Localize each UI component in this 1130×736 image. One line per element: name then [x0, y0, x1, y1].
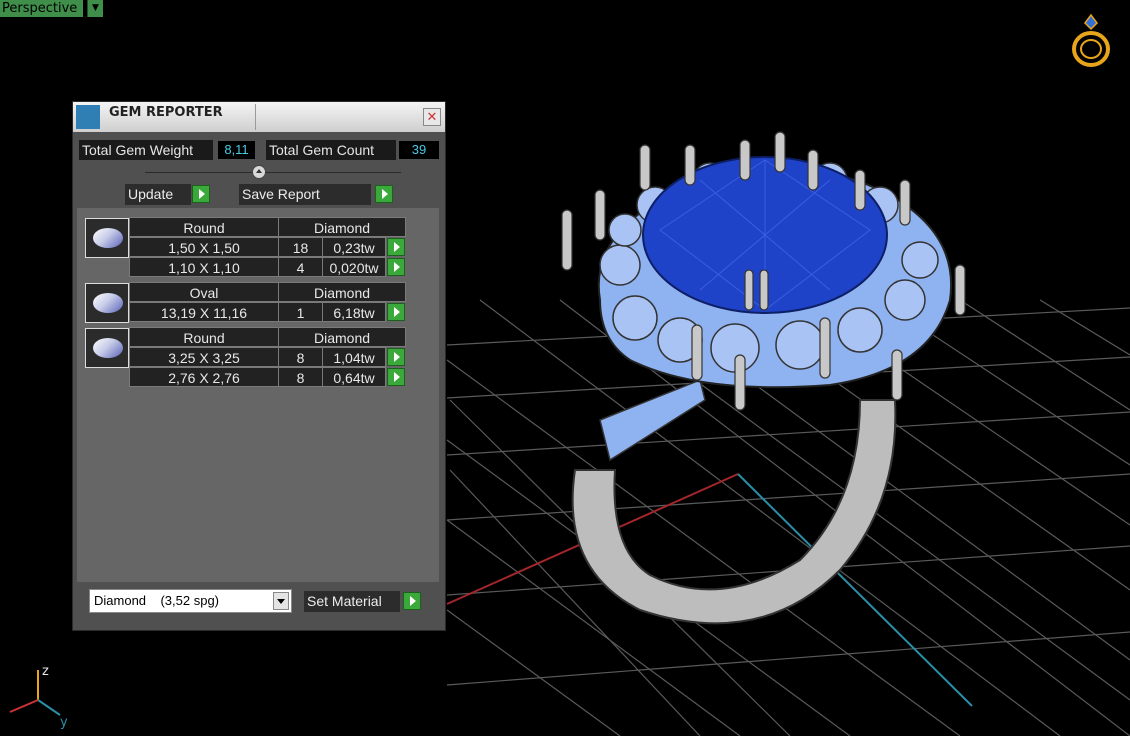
- gem-weight-cell: 0,020tw: [322, 257, 386, 277]
- material-select[interactable]: Diamond (3,52 spg): [89, 589, 292, 613]
- round-gem-icon[interactable]: [85, 328, 129, 368]
- gem-reporter-app-icon: [76, 105, 100, 129]
- gem-size-cell: 3,25 X 3,25: [129, 347, 279, 367]
- gem-count-cell: 18: [278, 237, 323, 257]
- axis-indicator-icon: z y: [9, 664, 68, 730]
- save-report-button[interactable]: Save Report: [239, 184, 371, 205]
- gem-type-cell: Diamond: [278, 282, 406, 302]
- viewport-dropdown-button[interactable]: ▼: [87, 0, 103, 17]
- gem-size-cell: 1,50 X 1,50: [129, 237, 279, 257]
- gem-size-cell: 13,19 X 11,16: [129, 302, 279, 322]
- gem-reporter-panel: GEM REPORTER ✕ Total Gem Weight 8,11 Tot…: [72, 101, 446, 631]
- select-gem-row-icon[interactable]: [387, 368, 405, 386]
- ring-logo-icon: [1072, 13, 1110, 67]
- gem-weight-cell: 6,18tw: [322, 302, 386, 322]
- panel-slider-track: [145, 172, 401, 173]
- select-gem-row-icon[interactable]: [387, 348, 405, 366]
- total-gem-weight-label: Total Gem Weight: [79, 140, 213, 160]
- gem-weight-cell: 0,64tw: [322, 367, 386, 387]
- titlebar-divider: [255, 104, 256, 130]
- panel-title: GEM REPORTER: [109, 105, 223, 120]
- total-gem-weight-value: 8,11: [218, 141, 255, 159]
- round-gem-icon[interactable]: [85, 218, 129, 258]
- gem-weight-cell: 0,23tw: [322, 237, 386, 257]
- update-button[interactable]: Update: [125, 184, 191, 205]
- gem-size-cell: 2,76 X 2,76: [129, 367, 279, 387]
- total-gem-count-value: 39: [399, 141, 439, 159]
- gem-list: Round Diamond 1,50 X 1,50 18 0,23tw 1,10…: [77, 208, 439, 582]
- panel-titlebar[interactable]: GEM REPORTER ✕: [73, 102, 445, 132]
- save-report-go-icon[interactable]: [375, 185, 393, 203]
- axis-y-label: y: [60, 715, 68, 730]
- update-go-icon[interactable]: [192, 185, 210, 203]
- material-select-value: Diamond (3,52 spg): [94, 593, 220, 608]
- gem-shape-cell: Oval: [129, 282, 279, 302]
- axis-z-label: z: [42, 664, 49, 679]
- gem-type-cell: Diamond: [278, 327, 406, 347]
- set-material-button[interactable]: Set Material: [304, 591, 400, 612]
- select-gem-row-icon[interactable]: [387, 303, 405, 321]
- gem-count-cell: 8: [278, 347, 323, 367]
- chevron-down-icon[interactable]: [273, 592, 289, 610]
- select-gem-row-icon[interactable]: [387, 258, 405, 276]
- gem-count-cell: 8: [278, 367, 323, 387]
- ring-model: [561, 131, 966, 625]
- close-icon[interactable]: ✕: [423, 108, 441, 126]
- collapse-toggle-button[interactable]: [252, 165, 266, 179]
- viewport-label[interactable]: Perspective: [0, 0, 84, 17]
- gem-count-cell: 1: [278, 302, 323, 322]
- gem-type-cell: Diamond: [278, 217, 406, 237]
- total-gem-count-label: Total Gem Count: [266, 140, 396, 160]
- select-gem-row-icon[interactable]: [387, 238, 405, 256]
- gem-shape-cell: Round: [129, 217, 279, 237]
- gem-weight-cell: 1,04tw: [322, 347, 386, 367]
- set-material-go-icon[interactable]: [403, 592, 421, 610]
- gem-shape-cell: Round: [129, 327, 279, 347]
- gem-size-cell: 1,10 X 1,10: [129, 257, 279, 277]
- oval-gem-icon[interactable]: [85, 283, 129, 323]
- gem-count-cell: 4: [278, 257, 323, 277]
